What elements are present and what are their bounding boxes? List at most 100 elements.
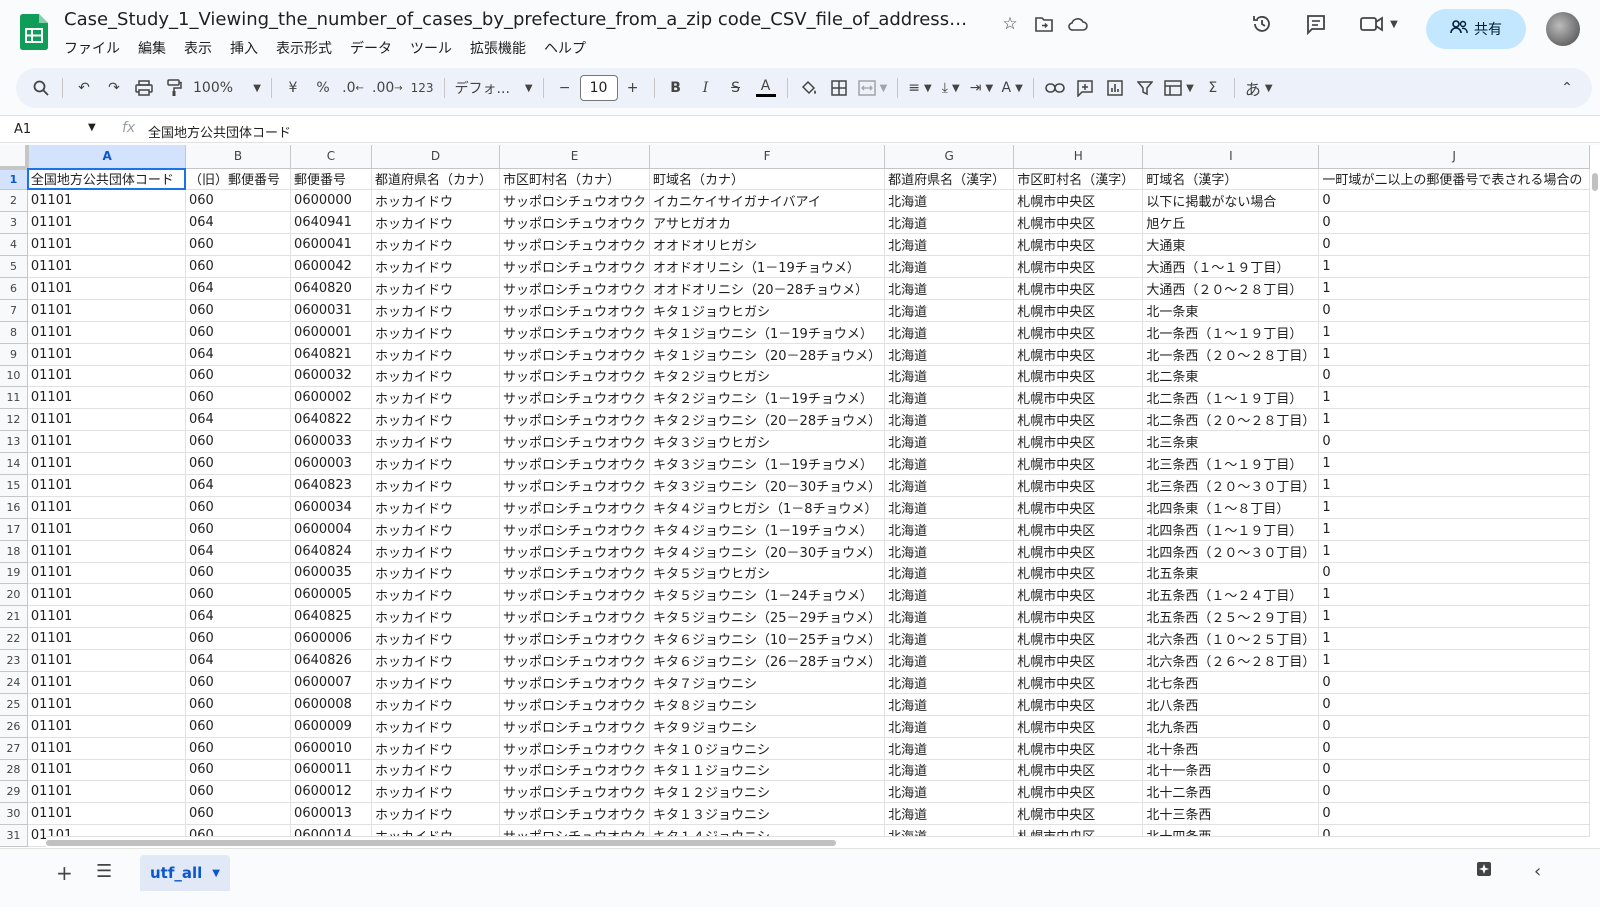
cell[interactable]: ホッカイドウ <box>371 277 501 300</box>
cell[interactable]: キタ４ジョウヒガシ（1－8チョウメ） <box>649 496 886 519</box>
cell[interactable]: 0600041 <box>290 233 372 257</box>
cell[interactable]: 01101 <box>27 408 187 432</box>
cell[interactable]: サッポロシチュウオウク <box>499 496 651 519</box>
cell[interactable]: キタ６ジョウニシ（10－25チョウメ） <box>649 627 886 651</box>
cell[interactable]: 札幌市中央区 <box>1013 715 1144 738</box>
cell[interactable]: 060 <box>185 496 292 519</box>
row-header[interactable]: 14 <box>0 452 28 475</box>
chevron-down-icon[interactable]: ▼ <box>212 868 220 879</box>
cell[interactable]: 1 <box>1318 255 1590 278</box>
cell[interactable]: サッポロシチュウオウク <box>499 321 651 344</box>
cell[interactable]: 北三条東 <box>1142 430 1320 454</box>
filter-views-icon[interactable]: ▼ <box>1160 73 1198 103</box>
horizontal-scrollbar[interactable] <box>46 836 1590 848</box>
menu-data[interactable]: データ <box>350 38 392 58</box>
cell[interactable]: 0600002 <box>290 386 372 410</box>
vertical-align-icon[interactable]: ⤓ ▼ <box>936 73 966 103</box>
side-panel-toggle-icon[interactable]: ‹ <box>1534 861 1541 882</box>
cell[interactable]: 札幌市中央区 <box>1013 408 1144 432</box>
cell[interactable]: 064 <box>185 277 292 300</box>
cell[interactable]: 060 <box>185 299 292 322</box>
cell[interactable]: 1 <box>1318 474 1590 497</box>
cell[interactable]: 064 <box>185 211 292 235</box>
merge-cells-icon[interactable]: ▼ <box>854 73 892 103</box>
increase-font-size-button[interactable]: + <box>618 73 648 103</box>
cell[interactable]: キタ２ジョウヒガシ <box>649 365 886 388</box>
cell[interactable]: 北海道 <box>884 627 1015 651</box>
cell[interactable]: 北海道 <box>884 737 1015 760</box>
cell[interactable]: 北海道 <box>884 299 1015 322</box>
redo-icon[interactable]: ↷ <box>99 73 129 103</box>
cell[interactable]: ホッカイドウ <box>371 715 501 738</box>
cell[interactable]: 北七条西 <box>1142 671 1320 694</box>
cell[interactable]: ホッカイドウ <box>371 759 501 782</box>
cell[interactable]: 01101 <box>27 715 187 738</box>
cell[interactable]: キタ３ジョウヒガシ <box>649 430 886 454</box>
menu-extensions[interactable]: 拡張機能 <box>470 38 526 58</box>
percent-format-button[interactable]: % <box>308 73 338 103</box>
cell[interactable]: 01101 <box>27 518 187 541</box>
avatar[interactable] <box>1546 12 1580 46</box>
column-header-h[interactable]: H <box>1013 145 1144 169</box>
row-header[interactable]: 24 <box>0 671 28 694</box>
cell[interactable]: 北五条西（１～２４丁目） <box>1142 583 1320 607</box>
cell[interactable]: キタ１０ジョウニシ <box>649 737 886 760</box>
cell[interactable]: 札幌市中央区 <box>1013 299 1144 322</box>
cell[interactable]: 0640824 <box>290 540 372 563</box>
increase-decimal-button[interactable]: .00 → <box>368 73 407 103</box>
cell[interactable]: 北海道 <box>884 562 1015 585</box>
cell[interactable]: サッポロシチュウオウク <box>499 343 651 366</box>
row-header[interactable]: 29 <box>0 780 28 804</box>
cell[interactable]: 0640823 <box>290 474 372 497</box>
cell[interactable]: ホッカイドウ <box>371 562 501 585</box>
cell[interactable]: イカニケイサイガナイバアイ <box>649 189 886 213</box>
cell[interactable]: アサヒガオカ <box>649 211 886 235</box>
cell[interactable]: キタ１１ジョウニシ <box>649 759 886 782</box>
horizontal-scroll-thumb[interactable] <box>46 840 836 846</box>
cell[interactable]: 北海道 <box>884 343 1015 366</box>
cell[interactable]: 0 <box>1318 189 1590 213</box>
all-sheets-menu-icon[interactable]: ☰ <box>96 861 112 882</box>
cell[interactable]: サッポロシチュウオウク <box>499 693 651 716</box>
row-header[interactable]: 22 <box>0 627 28 651</box>
decrease-font-size-button[interactable]: − <box>550 73 580 103</box>
currency-format-button[interactable]: ¥ <box>278 73 308 103</box>
cell[interactable]: 北海道 <box>884 365 1015 388</box>
cell[interactable]: サッポロシチュウオウク <box>499 474 651 497</box>
cell[interactable]: ホッカイドウ <box>371 365 501 388</box>
cell[interactable]: 060 <box>185 321 292 344</box>
cell[interactable]: 郵便番号 <box>290 168 372 191</box>
cell[interactable]: 1 <box>1318 605 1590 629</box>
cell[interactable]: 01101 <box>27 255 187 278</box>
row-header[interactable]: 31 <box>0 824 28 848</box>
bold-icon[interactable]: B <box>661 73 691 103</box>
cell[interactable]: 都道府県名（カナ） <box>371 168 501 191</box>
cell[interactable]: 北六条西（１０～２５丁目） <box>1142 627 1320 651</box>
cell[interactable]: 全国地方公共団体コード <box>27 168 187 191</box>
cell[interactable]: 札幌市中央区 <box>1013 802 1144 826</box>
cell[interactable]: ホッカイドウ <box>371 474 501 497</box>
cell[interactable]: 064 <box>185 540 292 563</box>
cell[interactable]: 札幌市中央区 <box>1013 540 1144 563</box>
cell[interactable]: 01101 <box>27 671 187 694</box>
cell[interactable]: ホッカイドウ <box>371 518 501 541</box>
row-header[interactable]: 3 <box>0 211 28 235</box>
cell[interactable]: 北海道 <box>884 715 1015 738</box>
cell[interactable]: 北十二条西 <box>1142 780 1320 804</box>
italic-icon[interactable]: I <box>691 73 721 103</box>
cell[interactable]: キタ３ジョウニシ（20－30チョウメ） <box>649 474 886 497</box>
cell[interactable]: サッポロシチュウオウク <box>499 715 651 738</box>
column-header-i[interactable]: I <box>1142 145 1320 169</box>
cell[interactable]: 01101 <box>27 343 187 366</box>
cell[interactable]: キタ７ジョウニシ <box>649 671 886 694</box>
cell[interactable]: サッポロシチュウオウク <box>499 649 651 672</box>
row-header[interactable]: 12 <box>0 408 28 432</box>
cell[interactable]: 0600010 <box>290 737 372 760</box>
cell[interactable]: 札幌市中央区 <box>1013 211 1144 235</box>
cell[interactable]: 北海道 <box>884 540 1015 563</box>
cell[interactable]: サッポロシチュウオウク <box>499 255 651 278</box>
cell[interactable]: 0600009 <box>290 715 372 738</box>
cell[interactable]: 060 <box>185 759 292 782</box>
cell[interactable]: 北十条西 <box>1142 737 1320 760</box>
cell[interactable]: 1 <box>1318 321 1590 344</box>
